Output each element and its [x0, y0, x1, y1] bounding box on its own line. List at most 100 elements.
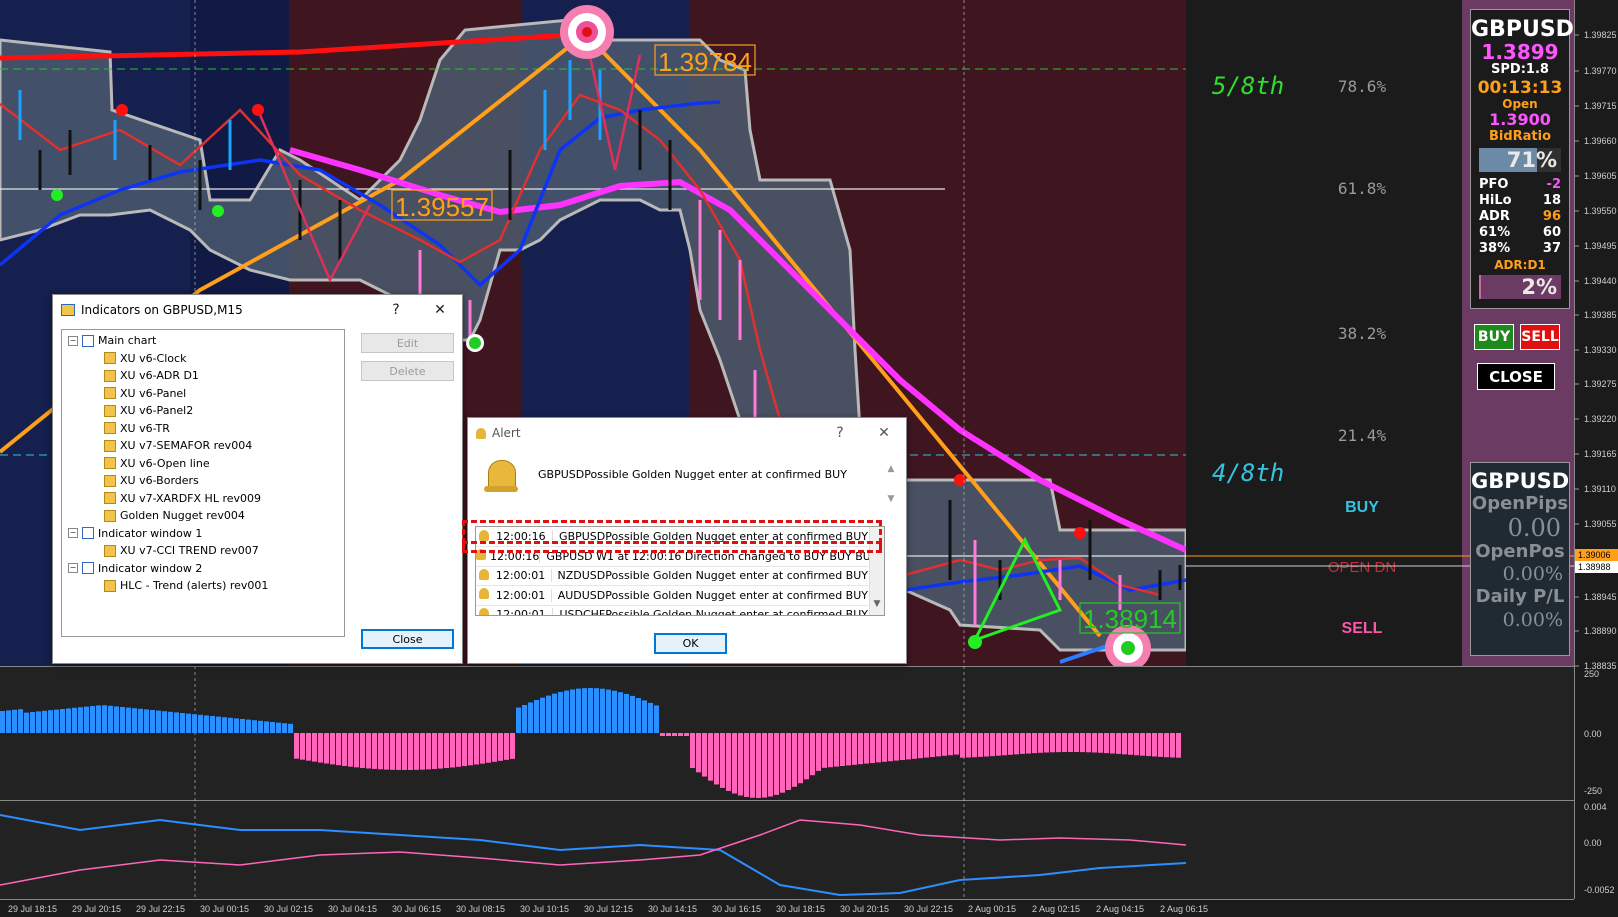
close-position-button[interactable]: CLOSE	[1477, 363, 1555, 390]
tree-indicator-node[interactable]: Golden Nugget rev004	[104, 507, 245, 524]
panel-timer: 00:13:13	[1477, 78, 1563, 98]
close-button[interactable]: Close	[361, 629, 454, 649]
time-tick: 29 Jul 18:15	[8, 904, 57, 914]
tree-indicator-node[interactable]: XU v7-XARDFX HL rev009	[104, 490, 261, 507]
time-tick: 2 Aug 06:15	[1160, 904, 1208, 914]
panel-open-value: 1.3900	[1489, 110, 1551, 129]
collapse-icon[interactable]: −	[68, 335, 78, 346]
tree-indicator-node[interactable]: XU v7-SEMAFOR rev004	[104, 437, 252, 454]
time-tick: 30 Jul 12:15	[584, 904, 633, 914]
help-button[interactable]: ?	[374, 295, 418, 325]
bidratio-bar: 71%	[1479, 148, 1561, 172]
histogram-bar	[822, 733, 827, 768]
stat-value: -2	[1546, 177, 1561, 192]
adr-value: 2%	[1521, 275, 1557, 299]
tree-indicator-node[interactable]: XU v7-CCI TREND rev007	[104, 542, 259, 559]
histogram-bar	[840, 733, 845, 766]
histogram-bar	[444, 733, 449, 769]
indicators-dialog-title: Indicators on GBPUSD,M15	[81, 303, 243, 317]
histogram-bar	[1140, 733, 1145, 756]
tree-indicator-node[interactable]: HLC - Trend (alerts) rev001	[104, 577, 268, 594]
tree-window-node[interactable]: − Indicator window 1	[68, 525, 202, 542]
alert-row-icon	[476, 588, 492, 602]
histogram-bar	[1158, 733, 1163, 757]
histogram-bar	[1176, 733, 1181, 758]
histogram-bar	[882, 733, 887, 762]
indicators-tree[interactable]: − Main chart XU v6-Clock XU v6-ADR D1 XU v6-…	[61, 329, 345, 637]
histogram-bar	[1110, 733, 1115, 754]
histogram-bar	[258, 720, 263, 733]
histogram-bar	[126, 707, 131, 733]
stat-key: PFO	[1479, 177, 1509, 192]
histogram-bar	[624, 693, 629, 733]
panel-spread: SPD:1.8	[1491, 62, 1549, 77]
histogram-bar	[744, 733, 749, 797]
histogram-bar	[1056, 733, 1061, 753]
histogram-bar	[696, 733, 701, 773]
tree-node-label: XU v6-Open line	[120, 456, 210, 470]
delete-button[interactable]: Delete	[361, 361, 454, 381]
alert-row[interactable]: 12:00:01 USDCHFPossible Golden Nugget ent…	[476, 605, 868, 615]
tree-window-node[interactable]: − Indicator window 2	[68, 560, 202, 577]
buy-button[interactable]: BUY	[1474, 324, 1514, 350]
pl-panel: GBPUSD OpenPips 0.00 OpenPos 0.00% Daily…	[1470, 462, 1570, 656]
tree-indicator-node[interactable]: XU v6-Panel	[104, 385, 186, 402]
adr-bar: 2%	[1479, 275, 1561, 299]
tree-indicator-node[interactable]: XU v6-Panel2	[104, 402, 193, 419]
histogram-bar	[174, 712, 179, 733]
histogram-bar	[852, 733, 857, 765]
tree-window-node[interactable]: − Main chart	[68, 332, 156, 349]
histogram-bar	[1014, 733, 1019, 755]
indicators-dialog-titlebar[interactable]: Indicators on GBPUSD,M15 ? ✕	[53, 295, 462, 325]
tree-indicator-node[interactable]: XU v6-Clock	[104, 350, 186, 367]
alert-close-icon[interactable]: ✕	[862, 418, 906, 448]
histogram-bar	[528, 702, 533, 733]
tree-node-label: Golden Nugget rev004	[120, 509, 245, 522]
alert-help-button[interactable]: ?	[818, 418, 862, 448]
histogram-bar	[600, 688, 605, 733]
level-mid-label: 1.39557	[395, 192, 489, 222]
histogram-bar	[750, 733, 755, 798]
time-tick: 30 Jul 20:15	[840, 904, 889, 914]
alert-row[interactable]: 12:00:01 AUDUSDPossible Golden Nugget ent…	[476, 586, 868, 606]
indicators-dialog[interactable]: Indicators on GBPUSD,M15 ? ✕ − Main chart…	[52, 294, 463, 664]
alert-dialog-titlebar[interactable]: Alert ? ✕	[468, 418, 906, 448]
histogram-bar	[648, 702, 653, 733]
collapse-icon[interactable]: −	[68, 528, 78, 538]
histogram-bar	[408, 733, 413, 770]
tree-indicator-node[interactable]: XU v6-Borders	[104, 472, 199, 489]
edit-button[interactable]: Edit	[361, 333, 454, 353]
tree-node-label: XU v6-Borders	[120, 474, 199, 487]
alert-dialog[interactable]: Alert ? ✕ GBPUSDPossible Golden Nugget e…	[462, 417, 907, 664]
histogram-bar	[210, 716, 215, 733]
osc1-tick: 0.00	[1584, 729, 1602, 739]
histogram-bar	[1086, 733, 1091, 753]
tree-indicator-node[interactable]: XU v6-TR	[104, 420, 170, 437]
histogram-bar	[96, 705, 101, 733]
sell-button[interactable]: SELL	[1520, 324, 1560, 350]
time-tick: 30 Jul 00:15	[200, 904, 249, 914]
alert-row[interactable]: 12:00:01 NZDUSDPossible Golden Nugget ent…	[476, 566, 868, 586]
histogram-bar	[486, 733, 491, 763]
histogram-bar	[186, 713, 191, 733]
histogram-bar	[264, 721, 269, 733]
tree-indicator-node[interactable]: XU v6-ADR D1	[104, 367, 199, 384]
collapse-icon[interactable]: −	[68, 563, 78, 573]
fib-786-label: 78.6%	[1338, 77, 1387, 96]
histogram-bar	[558, 691, 563, 733]
ok-button[interactable]: OK	[654, 633, 727, 654]
histogram-bar	[774, 733, 779, 795]
histogram-bar	[666, 733, 671, 736]
histogram-bar	[228, 717, 233, 733]
histogram-bar	[570, 689, 575, 733]
time-tick: 30 Jul 14:15	[648, 904, 697, 914]
histogram-bar	[390, 733, 395, 770]
close-icon[interactable]: ✕	[418, 295, 462, 325]
histogram-bar	[90, 706, 95, 733]
alert-time: 12:00:01	[492, 569, 552, 582]
tree-indicator-node[interactable]: XU v6-Open line	[104, 455, 210, 472]
panel-stat-row: 38% 37	[1479, 241, 1561, 257]
histogram-bar	[42, 710, 47, 733]
histogram-bar	[564, 690, 569, 733]
message-scrollbar[interactable]: ▲ ▼	[886, 464, 896, 514]
